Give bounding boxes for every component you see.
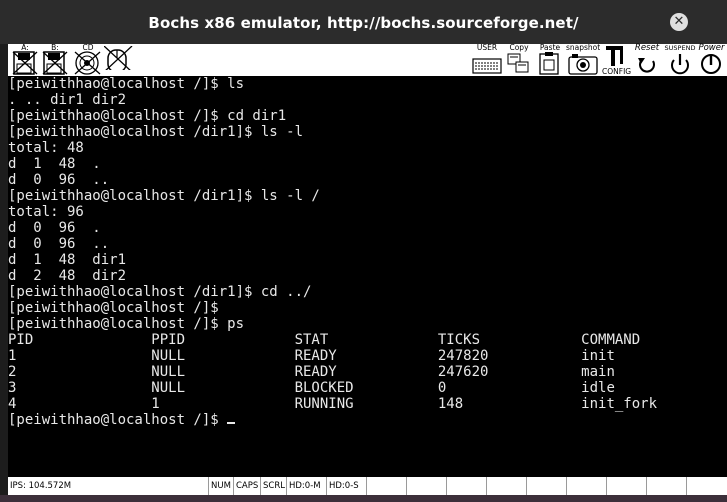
hd0-master-indicator: HD:0-M [286, 477, 326, 495]
console-line: [peiwithhao@localhost /dir1]$ ls -l [8, 124, 304, 140]
text-cursor [227, 422, 236, 424]
status-slot-13 [606, 477, 646, 495]
console-line: [peiwithhao@localhost /]$ ls [8, 76, 245, 92]
status-bar: IPS: 104.572M NUM CAPS SCRL HD:0-M HD:0-… [8, 477, 727, 495]
console-line: [peiwithhao@localhost /]$ cd dir1 [8, 108, 287, 124]
console-line: total: 48 [8, 140, 84, 156]
console-line: PID PPID STAT TICKS COMMAND [8, 332, 641, 348]
config-button[interactable]: CONFIG [602, 44, 632, 76]
console-line: [peiwithhao@localhost /]$ ps [8, 316, 245, 332]
console-line: 2 NULL READY 247620 main [8, 364, 615, 380]
floppy-b-icon [42, 51, 68, 75]
copy-button[interactable]: Copy [506, 44, 532, 76]
floppy-a-icon [12, 51, 38, 75]
floppy-b-button[interactable]: B: [42, 44, 68, 76]
floppy-a-button[interactable]: A: [12, 44, 38, 76]
console-line: 3 NULL BLOCKED 0 idle [8, 380, 615, 396]
console-output: [peiwithhao@localhost /]$ ls. .. dir1 di… [8, 76, 727, 412]
console-line: d 0 96 .. [8, 236, 110, 252]
status-slot-15 [686, 477, 727, 495]
console-line: d 1 48 dir1 [8, 252, 127, 268]
console-line: [peiwithhao@localhost /dir1]$ cd ../ [8, 284, 312, 300]
caps-lock-indicator: CAPS [233, 477, 260, 495]
keyboard-icon [472, 58, 502, 74]
status-slot-10 [486, 477, 526, 495]
suspend-icon [671, 54, 689, 75]
window-left-edge [0, 44, 8, 495]
console-line: [peiwithhao@localhost /]$ [8, 300, 219, 316]
status-slot-14 [646, 477, 686, 495]
console-line: . .. dir1 dir2 [8, 92, 127, 108]
window-title: Bochs x86 emulator, http://bochs.sourcef… [148, 14, 579, 32]
bochs-toolbar: A: B: CD USER Copy Paste snapshot CONFIG… [8, 44, 727, 76]
status-slot-12 [566, 477, 606, 495]
background-strip [0, 495, 727, 502]
user-button[interactable]: USER [471, 44, 503, 76]
hd0-slave-indicator: HD:0-S [326, 477, 366, 495]
reset-icon [638, 58, 655, 73]
suspend-button[interactable]: SUSPEND [664, 44, 696, 76]
paste-button[interactable]: Paste [536, 44, 564, 76]
console-line: 4 1 RUNNING 148 init_fork [8, 396, 658, 412]
status-slot-8 [406, 477, 446, 495]
paste-icon [539, 52, 559, 75]
console-line: [peiwithhao@localhost /dir1]$ ls -l / [8, 188, 320, 204]
scroll-lock-indicator: SCRL [260, 477, 286, 495]
title-bar: Bochs x86 emulator, http://bochs.sourcef… [0, 0, 727, 44]
console-line: d 1 48 . [8, 156, 101, 172]
console-line: d 2 48 dir2 [8, 268, 127, 284]
console-prompt: [peiwithhao@localhost /]$ [8, 412, 228, 428]
close-button[interactable]: ✕ [670, 13, 688, 31]
reset-button[interactable]: Reset [632, 44, 662, 76]
status-slot-7 [366, 477, 406, 495]
config-label: CONFIG [602, 67, 632, 76]
cdrom-button[interactable]: CD [74, 44, 102, 76]
close-icon: ✕ [673, 14, 685, 29]
mouse-icon [104, 46, 133, 70]
mouse-button[interactable] [104, 44, 134, 76]
console-prompt-line: [peiwithhao@localhost /]$ [8, 412, 727, 428]
power-icon [701, 54, 721, 74]
num-lock-indicator: NUM [208, 477, 233, 495]
power-button[interactable]: Power [696, 44, 727, 76]
console-line: total: 96 [8, 204, 84, 220]
status-slot-9 [446, 477, 486, 495]
console-line: 1 NULL READY 247820 init [8, 348, 615, 364]
camera-icon [568, 54, 598, 75]
console-line: d 0 96 . [8, 220, 101, 236]
status-slot-11 [526, 477, 566, 495]
vga-console[interactable]: [peiwithhao@localhost /]$ ls. .. dir1 di… [8, 76, 727, 477]
copy-icon [507, 53, 529, 73]
ips-indicator: IPS: 104.572M [10, 481, 72, 491]
tools-icon [606, 46, 623, 66]
snapshot-button[interactable]: snapshot [566, 44, 600, 76]
cdrom-icon [74, 51, 101, 75]
console-line: d 0 96 .. [8, 172, 110, 188]
